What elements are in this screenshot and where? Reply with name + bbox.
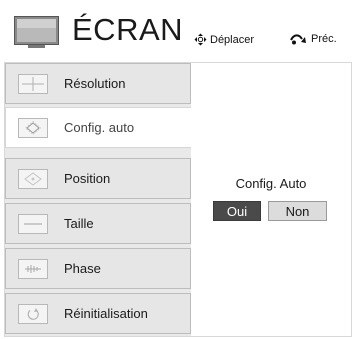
auto-config-icon (18, 117, 48, 138)
menu-item-label: Config. auto (64, 120, 135, 135)
menu-item-phase[interactable]: Phase (5, 248, 191, 289)
menu-item-label: Taille (64, 216, 94, 231)
menu-item-label: Résolution (64, 76, 126, 91)
menu-item-reset[interactable]: Réinitialisation (5, 293, 191, 334)
four-way-arrow-icon (194, 33, 207, 46)
back-arrow-icon (290, 33, 306, 44)
header: ÉCRAN Déplacer Préc. (0, 0, 356, 58)
menu-item-position[interactable]: Position (5, 158, 191, 199)
auto-config-pane: Config. Auto Oui Non (191, 63, 351, 336)
menu-item-resolution[interactable]: Résolution (5, 63, 191, 104)
no-button[interactable]: Non (268, 201, 327, 221)
move-hint: Déplacer (194, 33, 254, 46)
size-icon (18, 213, 48, 234)
auto-config-title: Config. Auto (235, 176, 307, 191)
back-hint[interactable]: Préc. (290, 33, 337, 45)
sidebar-menu: Résolution Config. auto Position Taille (5, 63, 192, 336)
resolution-icon (18, 73, 48, 94)
move-hint-label: Déplacer (210, 33, 255, 46)
menu-item-size[interactable]: Taille (5, 203, 191, 244)
monitor-icon (14, 16, 59, 48)
yes-button[interactable]: Oui (213, 201, 261, 221)
reset-icon (18, 303, 48, 324)
back-hint-label: Préc. (311, 33, 337, 45)
menu-item-label: Réinitialisation (64, 306, 148, 321)
phase-icon (18, 258, 48, 279)
menu-item-auto-config[interactable]: Config. auto (5, 107, 192, 148)
menu-item-label: Phase (64, 261, 101, 276)
page-title: ÉCRAN (72, 12, 184, 47)
settings-panel: Résolution Config. auto Position Taille (4, 62, 352, 337)
menu-item-label: Position (64, 171, 111, 186)
position-icon (18, 168, 48, 189)
